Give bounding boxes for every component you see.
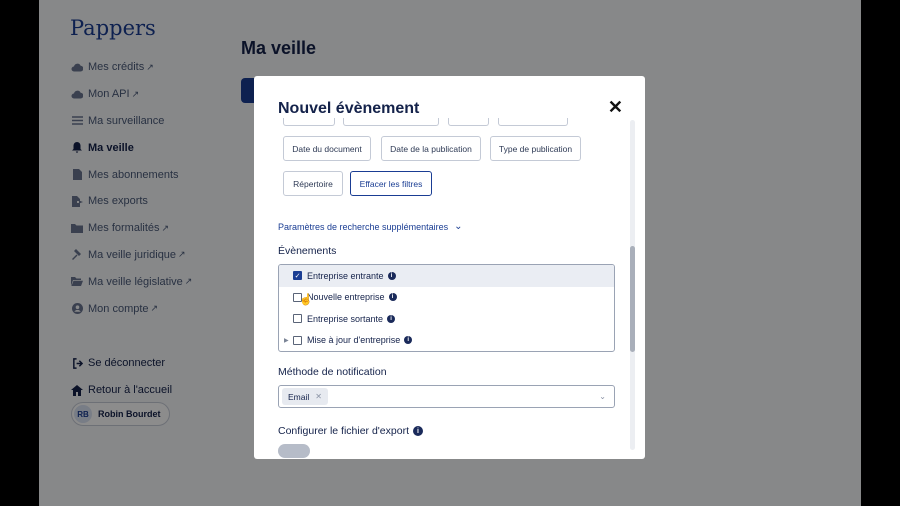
expand-triangle-icon[interactable]: ▶ <box>284 337 289 344</box>
export-toggle[interactable] <box>278 444 310 458</box>
info-icon[interactable]: i <box>387 271 396 280</box>
notification-method-select[interactable]: Email ✕ ⌄ <box>278 385 615 408</box>
clear-filters-button[interactable]: Effacer les filtres <box>350 171 432 196</box>
checkbox-checked-icon[interactable]: ✓ <box>293 271 302 281</box>
filter-chip-partial[interactable] <box>283 118 335 126</box>
info-icon[interactable]: i <box>412 426 423 436</box>
filter-chip-partial[interactable] <box>343 118 439 126</box>
event-label: Entreprise sortante <box>307 313 384 324</box>
event-label: Mise à jour d'entreprise <box>307 335 401 346</box>
events-list: ✓ Entreprise entrante i Nouvelle entrepr… <box>278 264 615 352</box>
selected-tag: Email ✕ <box>282 388 328 405</box>
info-icon[interactable]: i <box>387 314 396 323</box>
info-icon[interactable]: i <box>388 293 397 302</box>
filter-date-publication[interactable]: Date de la publication <box>381 136 481 161</box>
export-heading-label: Configurer le fichier d'export <box>278 425 409 437</box>
event-option-entreprise-sortante[interactable]: Entreprise sortante i <box>279 308 614 330</box>
chevron-down-icon[interactable]: ⌄ <box>599 392 606 401</box>
info-icon[interactable]: i <box>404 336 413 345</box>
chevron-down-icon: ⌄ <box>454 221 463 232</box>
event-label: Nouvelle entreprise <box>307 292 385 303</box>
filter-chip-partial[interactable] <box>498 118 568 126</box>
new-event-modal: Nouvel évènement ✕ Date du document Date… <box>254 76 645 459</box>
remove-tag-icon[interactable]: ✕ <box>315 392 322 401</box>
hand-cursor-icon: ☝ <box>299 293 313 306</box>
filter-type-publication[interactable]: Type de publication <box>490 136 581 161</box>
advanced-search-label: Paramètres de recherche supplémentaires <box>278 221 449 232</box>
advanced-search-toggle[interactable]: Paramètres de recherche supplémentaires … <box>278 221 462 232</box>
event-label: Entreprise entrante <box>307 270 384 281</box>
checkbox-icon[interactable] <box>293 314 302 324</box>
event-option-mise-a-jour[interactable]: ▶ Mise à jour d'entreprise i <box>279 330 614 352</box>
event-option-nouvelle-entreprise[interactable]: Nouvelle entreprise i ☝ <box>279 287 614 309</box>
filter-chip-partial[interactable] <box>448 118 489 126</box>
export-heading: Configurer le fichier d'export i <box>278 425 423 437</box>
modal-content: Date du document Date de la publication … <box>278 76 615 459</box>
notification-heading: Méthode de notification <box>278 366 387 378</box>
tag-label: Email <box>288 391 310 402</box>
events-heading: Évènements <box>278 245 337 257</box>
filter-date-document[interactable]: Date du document <box>283 136 371 161</box>
filter-repertoire[interactable]: Répertoire <box>283 171 343 196</box>
event-option-entreprise-entrante[interactable]: ✓ Entreprise entrante i <box>279 265 614 287</box>
modal-scrollbar-thumb[interactable] <box>630 246 635 352</box>
checkbox-icon[interactable] <box>293 335 302 345</box>
app-window: Pappers Mes crédits ↗ Mon API ↗ Ma surveilla… <box>39 0 861 506</box>
